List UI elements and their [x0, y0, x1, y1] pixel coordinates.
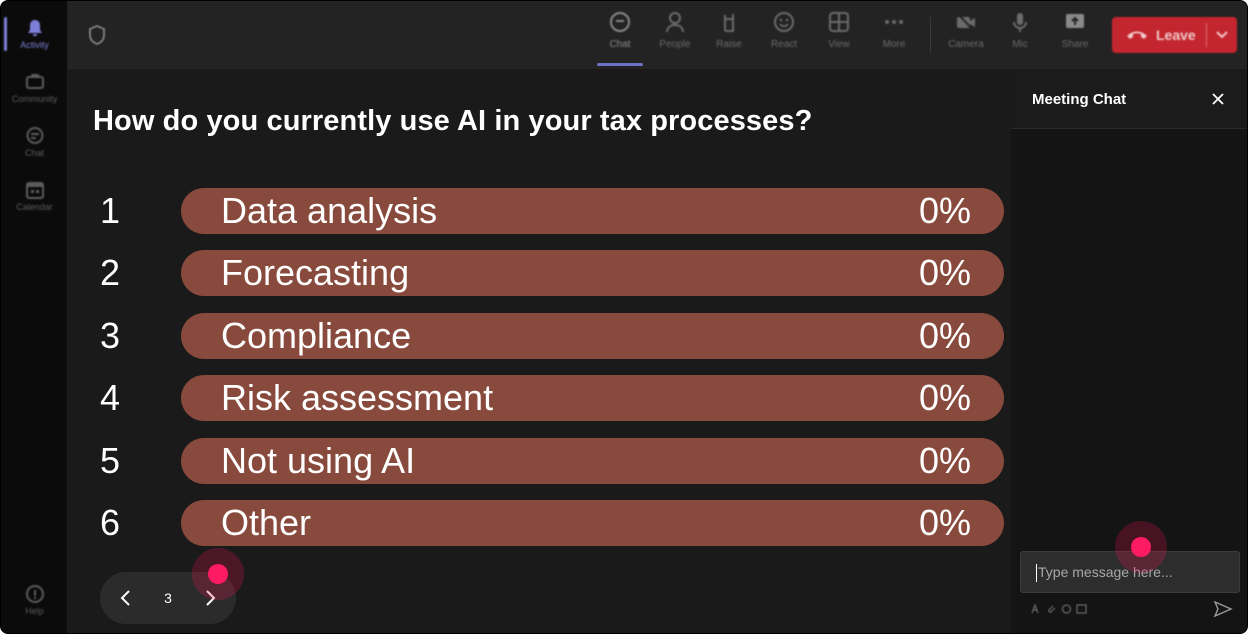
chevron-down-icon[interactable]	[1215, 28, 1229, 42]
option-percent: 0%	[918, 502, 971, 543]
option-number: 5	[100, 440, 121, 481]
option-number: 4	[100, 377, 121, 418]
gif-icon[interactable]	[1076, 604, 1087, 614]
rail-item-label: Activity	[20, 39, 49, 50]
emoji-icon	[774, 12, 794, 32]
rail-item-help[interactable]: Help	[1, 575, 68, 625]
mic-button-label: Mic	[1012, 39, 1028, 50]
view-button[interactable]: View	[814, 11, 864, 61]
leave-divider	[1206, 23, 1207, 47]
chevron-left-icon[interactable]	[118, 589, 134, 607]
text-caret	[1036, 564, 1037, 582]
chat-button[interactable]: Chat	[595, 11, 645, 61]
hand-icon	[724, 14, 734, 32]
chat-button-label: Chat	[609, 39, 631, 50]
rail-item-label: Chat	[24, 147, 44, 158]
poll-option: 4 Risk assessment 0%	[68, 375, 1011, 421]
chat-tools	[1031, 604, 1087, 614]
option-percent: 0%	[918, 252, 971, 293]
bell-icon	[27, 19, 42, 36]
option-label: Other	[221, 502, 312, 543]
option-percent: 0%	[918, 190, 971, 231]
toolbar-divider	[930, 17, 931, 53]
rail-item-community[interactable]: Community	[1, 63, 68, 113]
option-percent: 0%	[918, 315, 971, 356]
option-percent: 0%	[918, 440, 971, 481]
people-button[interactable]: People	[650, 11, 700, 61]
option-number: 1	[100, 190, 121, 231]
close-icon[interactable]	[1211, 92, 1225, 106]
poll-stage: How do you currently use AI in your tax …	[68, 69, 1011, 633]
chat-icon	[26, 126, 43, 144]
more-button[interactable]: More	[869, 11, 919, 61]
react-button[interactable]: React	[759, 11, 809, 61]
page-number: 3	[164, 590, 172, 606]
attach-icon[interactable]	[1046, 604, 1057, 614]
people-icon	[666, 12, 684, 33]
poll-option: 5 Not using AI 0%	[68, 438, 1011, 484]
rail-item-activity[interactable]: Activity	[1, 9, 68, 59]
poll-option: 1 Data analysis 0%	[68, 188, 1011, 234]
app-rail: Activity Community Chat Calendar Help	[1, 1, 68, 633]
meeting-window: Activity Community Chat Calendar Help Ch…	[0, 0, 1248, 634]
emoji-icon[interactable]	[1061, 604, 1072, 614]
chat-icon	[610, 12, 630, 32]
rail-item-chat[interactable]: Chat	[1, 117, 68, 167]
poll-option: 3 Compliance 0%	[68, 313, 1011, 359]
rail-item-label: Calendar	[16, 201, 53, 212]
option-label: Not using AI	[221, 440, 416, 481]
rail-item-calendar[interactable]: Calendar	[1, 171, 68, 221]
rail-item-label: Community	[11, 93, 58, 104]
share-screen-icon	[1066, 14, 1084, 28]
meeting-toolbar: Chat People Raise React View More Camera	[68, 1, 1247, 69]
more-button-label: More	[882, 39, 906, 50]
option-label: Risk assessment	[221, 377, 494, 418]
poll-option: 6 Other 0%	[68, 500, 1011, 546]
shield-icon[interactable]	[88, 25, 106, 45]
calendar-icon	[25, 181, 44, 199]
send-icon[interactable]	[1213, 600, 1233, 618]
option-number: 6	[100, 502, 121, 543]
camera-button-label: Camera	[948, 39, 984, 50]
raise-hand-label: Raise	[716, 39, 742, 50]
option-percent: 0%	[918, 377, 971, 418]
help-icon	[25, 584, 44, 603]
chat-title: Meeting Chat	[1032, 91, 1127, 108]
format-icon[interactable]	[1031, 604, 1042, 614]
share-button[interactable]: Share	[1050, 11, 1100, 61]
mic-button[interactable]: Mic	[995, 11, 1045, 61]
active-tab-indicator	[597, 63, 643, 66]
more-icon	[885, 20, 903, 24]
react-button-label: React	[770, 39, 798, 50]
camera-off-icon	[957, 13, 975, 32]
camera-button[interactable]: Camera	[941, 11, 991, 61]
grid-icon	[829, 12, 849, 32]
option-label: Data analysis	[221, 190, 438, 231]
microphone-icon	[1013, 13, 1027, 32]
chat-header: Meeting Chat	[1011, 69, 1247, 129]
view-button-label: View	[828, 39, 850, 50]
hang-up-icon	[1127, 31, 1147, 39]
option-number: 3	[100, 315, 121, 356]
poll-question: How do you currently use AI in your tax …	[93, 105, 813, 137]
leave-button-label: Leave	[1156, 27, 1196, 43]
rail-item-label: Help	[25, 605, 44, 616]
poll-option: 2 Forecasting 0%	[68, 250, 1011, 296]
raise-hand-button[interactable]: Raise	[704, 11, 754, 61]
click-indicator	[1115, 521, 1167, 573]
option-label: Forecasting	[221, 252, 410, 293]
option-label: Compliance	[221, 315, 412, 356]
option-number: 2	[100, 252, 121, 293]
meeting-chat-panel: Meeting Chat Type message here...	[1011, 69, 1247, 633]
community-icon	[25, 73, 44, 89]
leave-button[interactable]: Leave	[1112, 17, 1237, 53]
people-button-label: People	[659, 39, 691, 50]
share-button-label: Share	[1061, 39, 1089, 50]
click-indicator	[192, 548, 244, 600]
